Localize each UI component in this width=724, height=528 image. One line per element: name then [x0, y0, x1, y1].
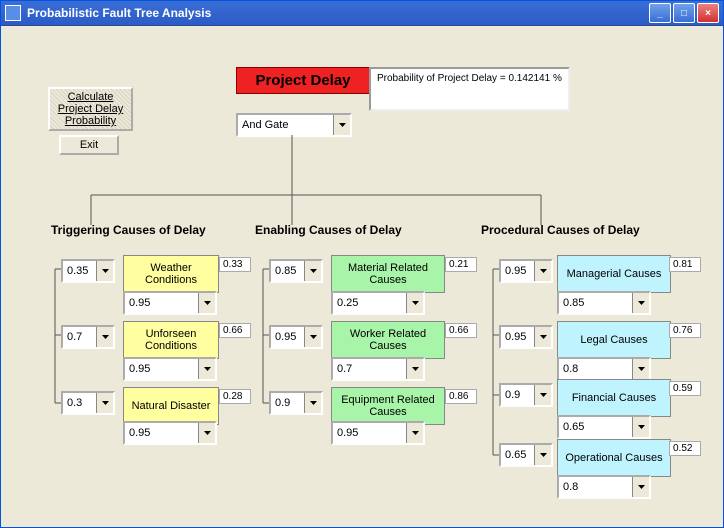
- trig-0-result: 0.33: [219, 257, 251, 272]
- enab-1-p-select[interactable]: 0.95: [269, 325, 323, 349]
- exit-button[interactable]: Exit: [59, 135, 119, 155]
- chevron-down-icon: [304, 393, 321, 413]
- chevron-down-icon: [198, 293, 215, 313]
- enab-0-cause: Material Related Causes: [331, 255, 445, 293]
- enab-2-result: 0.86: [445, 389, 477, 404]
- root-gate-select[interactable]: And Gate: [236, 113, 352, 137]
- root-node: Project Delay: [236, 67, 370, 94]
- proc-3-result: 0.52: [669, 441, 701, 456]
- chevron-down-icon: [632, 417, 649, 437]
- app-window: Probabilistic Fault Tree Analysis _ □ × …: [0, 0, 724, 528]
- enab-1-q-select[interactable]: 0.7: [331, 357, 425, 381]
- trig-2-cause: Natural Disaster: [123, 387, 219, 425]
- trig-1-q-select[interactable]: 0.95: [123, 357, 217, 381]
- window-title: Probabilistic Fault Tree Analysis: [27, 6, 649, 20]
- chevron-down-icon: [534, 261, 551, 281]
- trig-0-p-select[interactable]: 0.35: [61, 259, 115, 283]
- proc-2-p-select[interactable]: 0.9: [499, 383, 553, 407]
- minimize-button[interactable]: _: [649, 3, 671, 23]
- enab-2-cause: Equipment Related Causes: [331, 387, 445, 425]
- maximize-button[interactable]: □: [673, 3, 695, 23]
- trig-1-cause: Unforseen Conditions: [123, 321, 219, 359]
- enab-0-q-select[interactable]: 0.25: [331, 291, 425, 315]
- proc-0-q-select[interactable]: 0.85: [557, 291, 651, 315]
- calculate-button[interactable]: Calculate Project Delay Probability: [48, 87, 133, 131]
- proc-1-cause: Legal Causes: [557, 321, 671, 359]
- chevron-down-icon: [406, 423, 423, 443]
- proc-2-result: 0.59: [669, 381, 701, 396]
- chevron-down-icon: [304, 327, 321, 347]
- close-button[interactable]: ×: [697, 3, 719, 23]
- enab-2-p-select[interactable]: 0.9: [269, 391, 323, 415]
- chevron-down-icon: [632, 293, 649, 313]
- probability-display: Probability of Project Delay = 0.142141 …: [369, 67, 570, 111]
- section-title-enabling: Enabling Causes of Delay: [255, 223, 402, 237]
- proc-0-p-select[interactable]: 0.95: [499, 259, 553, 283]
- chevron-down-icon: [534, 327, 551, 347]
- proc-1-p-select[interactable]: 0.95: [499, 325, 553, 349]
- enab-1-result: 0.66: [445, 323, 477, 338]
- trig-2-result: 0.28: [219, 389, 251, 404]
- chevron-down-icon: [198, 423, 215, 443]
- trig-1-result: 0.66: [219, 323, 251, 338]
- chevron-down-icon: [534, 385, 551, 405]
- proc-3-cause: Operational Causes: [557, 439, 671, 477]
- proc-1-result: 0.76: [669, 323, 701, 338]
- proc-3-q-select[interactable]: 0.8: [557, 475, 651, 499]
- app-icon: [5, 5, 21, 21]
- proc-3-p-select[interactable]: 0.65: [499, 443, 553, 467]
- trig-0-cause: Weather Conditions: [123, 255, 219, 293]
- chevron-down-icon: [333, 115, 350, 135]
- trig-2-q-select[interactable]: 0.95: [123, 421, 217, 445]
- proc-0-result: 0.81: [669, 257, 701, 272]
- enab-0-p-select[interactable]: 0.85: [269, 259, 323, 283]
- content-area: Calculate Project Delay Probability Exit…: [1, 25, 723, 527]
- trig-1-p-select[interactable]: 0.7: [61, 325, 115, 349]
- chevron-down-icon: [304, 261, 321, 281]
- section-title-triggering: Triggering Causes of Delay: [51, 223, 206, 237]
- chevron-down-icon: [632, 477, 649, 497]
- enab-0-result: 0.21: [445, 257, 477, 272]
- proc-2-q-select[interactable]: 0.65: [557, 415, 651, 439]
- trig-2-p-select[interactable]: 0.3: [61, 391, 115, 415]
- chevron-down-icon: [96, 393, 113, 413]
- enab-2-q-select[interactable]: 0.95: [331, 421, 425, 445]
- chevron-down-icon: [534, 445, 551, 465]
- chevron-down-icon: [406, 359, 423, 379]
- proc-0-cause: Managerial Causes: [557, 255, 671, 293]
- chevron-down-icon: [632, 359, 649, 379]
- chevron-down-icon: [96, 327, 113, 347]
- chevron-down-icon: [406, 293, 423, 313]
- trig-0-q-select[interactable]: 0.95: [123, 291, 217, 315]
- section-title-procedural: Procedural Causes of Delay: [481, 223, 640, 237]
- proc-1-q-select[interactable]: 0.8: [557, 357, 651, 381]
- enab-1-cause: Worker Related Causes: [331, 321, 445, 359]
- chevron-down-icon: [198, 359, 215, 379]
- chevron-down-icon: [96, 261, 113, 281]
- titlebar: Probabilistic Fault Tree Analysis _ □ ×: [1, 1, 723, 26]
- proc-2-cause: Financial Causes: [557, 379, 671, 417]
